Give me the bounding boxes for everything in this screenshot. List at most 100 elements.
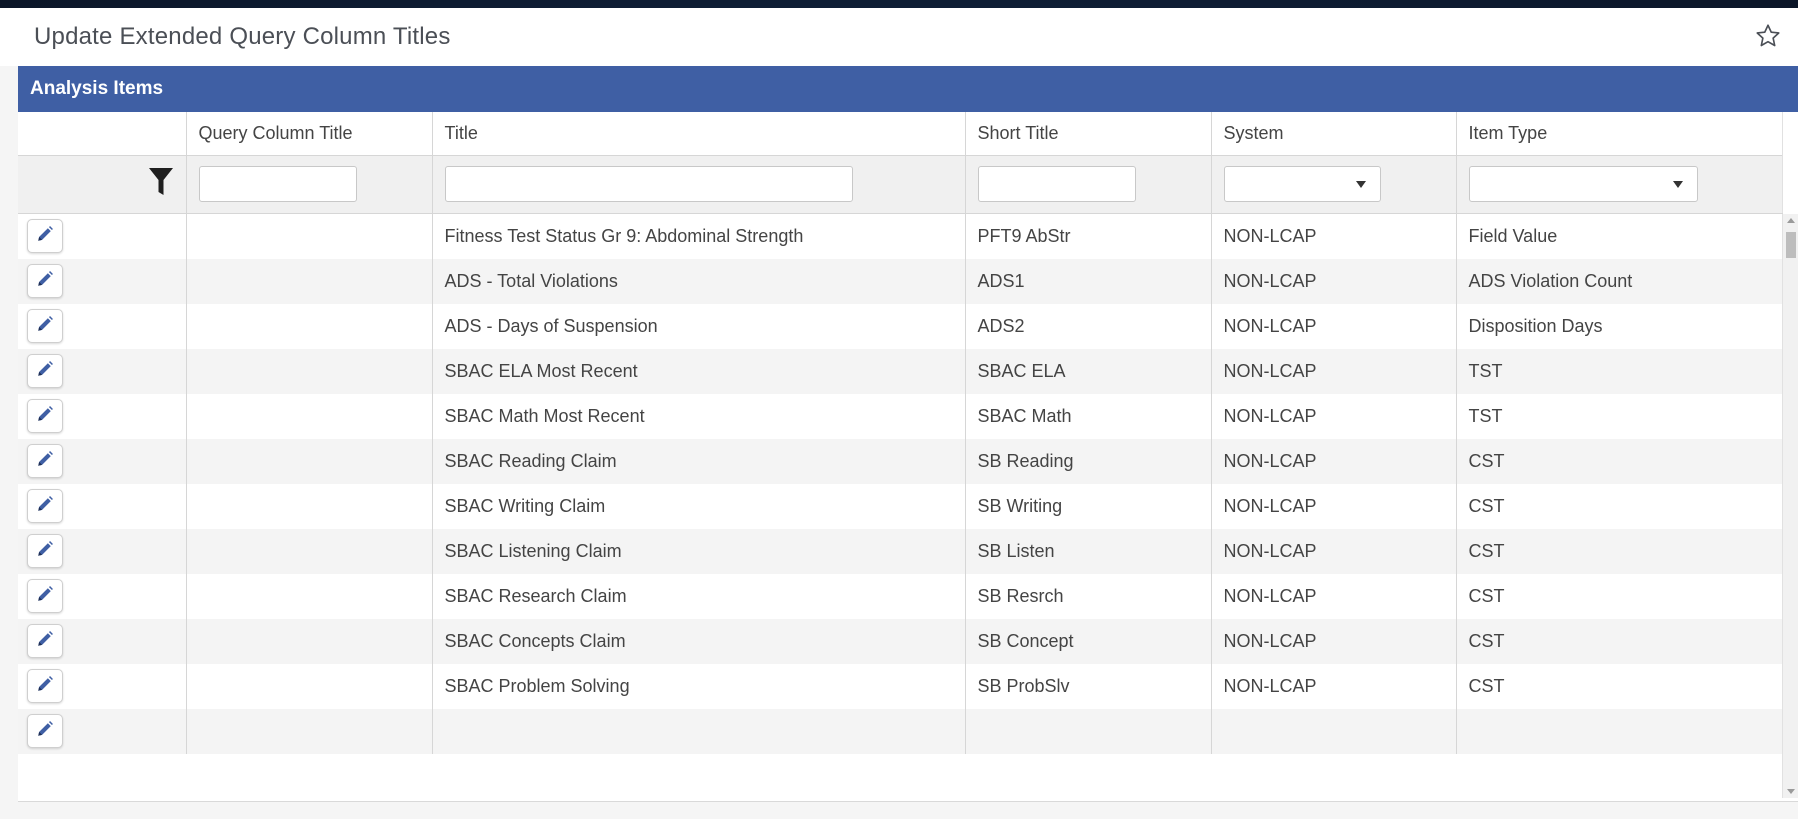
cell-item-type: Disposition Days [1456, 303, 1783, 349]
table-row[interactable]: SBAC Research Claim SB Resrch NON-LCAP CST [18, 573, 1783, 619]
edit-cell [18, 663, 187, 709]
cell-short-title: SB Concept [965, 618, 1212, 664]
edit-row-button[interactable] [27, 399, 63, 433]
chevron-down-icon [1672, 180, 1683, 188]
pencil-icon [36, 405, 54, 428]
cell-short-title: SB Reading [965, 438, 1212, 484]
edit-row-button[interactable] [27, 444, 63, 478]
cell-title: SBAC Research Claim [432, 573, 966, 619]
pencil-icon [36, 675, 54, 698]
table-row[interactable]: SBAC Writing Claim SB Writing NON-LCAP CST [18, 483, 1783, 529]
filter-icon-cell [18, 155, 187, 214]
filter-title-cell [432, 155, 966, 214]
cell-title: ADS - Days of Suspension [432, 303, 966, 349]
table-row[interactable]: SBAC Listening Claim SB Listen NON-LCAP CST [18, 528, 1783, 574]
table-row[interactable]: ADS - Days of Suspension ADS2 NON-LCAP Disp… [18, 303, 1783, 349]
edit-cell [18, 213, 187, 259]
filter-row [18, 155, 1783, 214]
edit-cell [18, 303, 187, 349]
cell-short-title: SB Resrch [965, 573, 1212, 619]
filter-item-type-select[interactable] [1468, 166, 1698, 202]
column-header-item-type[interactable]: Item Type [1456, 112, 1783, 156]
edit-cell [18, 573, 187, 619]
cell-item-type: CST [1456, 573, 1783, 619]
table-row[interactable] [18, 708, 1783, 754]
table-row[interactable]: ADS - Total Violations ADS1 NON-LCAP ADS Vi… [18, 258, 1783, 304]
cell-title: SBAC Writing Claim [432, 483, 966, 529]
cell-title: Fitness Test Status Gr 9: Abdominal Stre… [432, 213, 966, 259]
pencil-icon [36, 450, 54, 473]
pencil-icon [36, 630, 54, 653]
section-header: Analysis Items [18, 66, 1798, 112]
scroll-up-arrow-icon[interactable] [1787, 217, 1795, 223]
cell-system: NON-LCAP [1211, 303, 1457, 349]
vertical-scrollbar[interactable] [1782, 213, 1798, 798]
cell-system: NON-LCAP [1211, 213, 1457, 259]
table-row[interactable]: SBAC Problem Solving SB ProbSlv NON-LCAP CS… [18, 663, 1783, 709]
filter-item-type-cell [1456, 155, 1783, 214]
edit-row-button[interactable] [27, 579, 63, 613]
edit-row-button[interactable] [27, 354, 63, 388]
cell-item-type: TST [1456, 393, 1783, 439]
filter-system-select[interactable] [1223, 166, 1381, 202]
filter-query-column-title-input[interactable] [198, 166, 357, 202]
cell-system: NON-LCAP [1211, 483, 1457, 529]
cell-short-title: SB Writing [965, 483, 1212, 529]
grid-body: Fitness Test Status Gr 9: Abdominal Stre… [18, 213, 1798, 798]
cell-short-title: ADS2 [965, 303, 1212, 349]
filter-funnel-icon[interactable] [148, 167, 174, 202]
edit-row-button[interactable] [27, 264, 63, 298]
cell-query-column-title [186, 573, 433, 619]
edit-row-button[interactable] [27, 669, 63, 703]
scrollbar-thumb[interactable] [1786, 231, 1796, 258]
page: Update Extended Query Column Titles Anal… [0, 8, 1798, 819]
pencil-icon [36, 585, 54, 608]
pencil-icon [36, 360, 54, 383]
cell-query-column-title [186, 663, 433, 709]
cell-system: NON-LCAP [1211, 573, 1457, 619]
edit-row-button[interactable] [27, 534, 63, 568]
cell-item-type: CST [1456, 483, 1783, 529]
cell-query-column-title [186, 618, 433, 664]
cell-item-type: Field Value [1456, 213, 1783, 259]
filter-short-title-input[interactable] [977, 166, 1136, 202]
cell-title [432, 708, 966, 754]
table-row[interactable]: SBAC Reading Claim SB Reading NON-LCAP CST [18, 438, 1783, 484]
table-row[interactable]: Fitness Test Status Gr 9: Abdominal Stre… [18, 213, 1783, 259]
cell-query-column-title [186, 303, 433, 349]
cell-query-column-title [186, 528, 433, 574]
cell-title: SBAC Problem Solving [432, 663, 966, 709]
column-header-system[interactable]: System [1211, 112, 1457, 156]
edit-row-button[interactable] [27, 219, 63, 253]
edit-cell [18, 708, 187, 754]
edit-cell [18, 348, 187, 394]
column-header-title[interactable]: Title [432, 112, 966, 156]
column-header-short-title[interactable]: Short Title [965, 112, 1212, 156]
column-header-actions [18, 112, 187, 156]
edit-row-button[interactable] [27, 624, 63, 658]
cell-system: NON-LCAP [1211, 258, 1457, 304]
table-row[interactable]: SBAC ELA Most Recent SBAC ELA NON-LCAP TST [18, 348, 1783, 394]
cell-query-column-title [186, 483, 433, 529]
star-outline-icon[interactable] [1752, 20, 1784, 52]
cell-query-column-title [186, 348, 433, 394]
pencil-icon [36, 225, 54, 248]
column-header-query-column-title[interactable]: Query Column Title [186, 112, 433, 156]
table-row[interactable]: SBAC Concepts Claim SB Concept NON-LCAP CST [18, 618, 1783, 664]
edit-cell [18, 618, 187, 664]
table-row[interactable]: SBAC Math Most Recent SBAC Math NON-LCAP TS… [18, 393, 1783, 439]
edit-cell [18, 393, 187, 439]
edit-row-button[interactable] [27, 309, 63, 343]
cell-query-column-title [186, 438, 433, 484]
section-title: Analysis Items [30, 78, 164, 99]
cell-system: NON-LCAP [1211, 663, 1457, 709]
cell-item-type: CST [1456, 528, 1783, 574]
edit-row-button[interactable] [27, 489, 63, 523]
filter-title-input[interactable] [444, 166, 853, 202]
cell-system: NON-LCAP [1211, 618, 1457, 664]
cell-short-title: SBAC Math [965, 393, 1212, 439]
cell-system: NON-LCAP [1211, 438, 1457, 484]
scroll-down-arrow-icon[interactable] [1787, 788, 1795, 794]
edit-row-button[interactable] [27, 714, 63, 748]
cell-title: SBAC ELA Most Recent [432, 348, 966, 394]
